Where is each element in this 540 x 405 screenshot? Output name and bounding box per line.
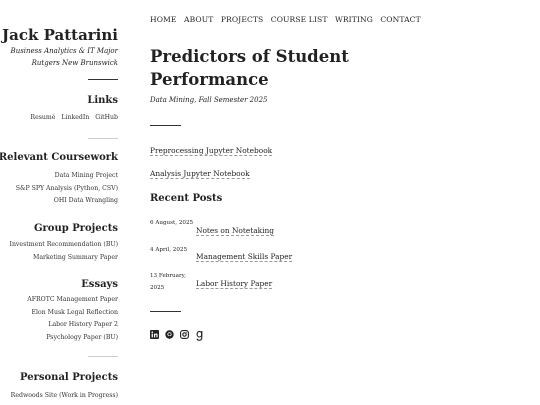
sidebar-divider bbox=[88, 138, 118, 139]
linkedin-icon[interactable] bbox=[150, 330, 159, 339]
personal-projects-heading: Personal Projects bbox=[20, 372, 118, 383]
nav-projects[interactable]: PROJECTS bbox=[221, 15, 264, 24]
analysis-notebook-link[interactable]: Analysis Jupyter Notebook bbox=[150, 169, 250, 179]
github-link[interactable]: GitHub bbox=[95, 114, 118, 121]
links-heading: Links bbox=[87, 95, 118, 106]
post-title-link[interactable]: Labor History Paper bbox=[196, 279, 273, 289]
group-projects-heading: Group Projects bbox=[34, 223, 118, 234]
main-divider bbox=[150, 311, 181, 312]
coursework-list: Data Mining Project S&P SPY Analysis (Py… bbox=[16, 170, 118, 208]
sidebar-divider bbox=[88, 356, 118, 357]
coursework-heading: Relevant Coursework bbox=[0, 152, 118, 163]
linkedin-link[interactable]: LinkedIn bbox=[61, 114, 89, 121]
site-tagline: Business Analytics & IT Major Rutgers Ne… bbox=[0, 46, 118, 69]
site-title[interactable]: Jack Pattarini bbox=[2, 26, 118, 44]
links-list: Resumé LinkedIn GitHub bbox=[26, 114, 118, 121]
post-date: 13 February, 2025 bbox=[150, 273, 186, 291]
coursework-item[interactable]: S&P SPY Analysis (Python, CSV) bbox=[16, 183, 118, 196]
post-date: 6 August, 2025 bbox=[150, 220, 194, 226]
personal-project-item[interactable]: Redwoods Site (Work in Progress) bbox=[11, 390, 118, 403]
instagram-icon[interactable] bbox=[180, 330, 189, 339]
post-date: 4 April, 2025 bbox=[150, 247, 188, 253]
nav-contact[interactable]: CONTACT bbox=[380, 15, 420, 24]
tagline-line-2: Rutgers New Brunswick bbox=[31, 58, 118, 67]
coursework-item[interactable]: Data Mining Project bbox=[16, 170, 118, 183]
essay-item[interactable]: AFROTC Management Paper bbox=[27, 294, 118, 307]
post-title-link[interactable]: Management Skills Paper bbox=[196, 252, 293, 262]
goodreads-icon[interactable] bbox=[195, 330, 204, 341]
essay-item[interactable]: Elon Musk Legal Reflection bbox=[27, 307, 118, 320]
nav-home[interactable]: HOME bbox=[150, 15, 177, 24]
essays-list: AFROTC Management Paper Elon Musk Legal … bbox=[27, 294, 118, 345]
post-title-link[interactable]: Notes on Notetaking bbox=[196, 226, 274, 236]
nav-about[interactable]: ABOUT bbox=[184, 15, 213, 24]
essay-item[interactable]: Labor History Paper 2 bbox=[27, 319, 118, 332]
group-projects-list: Investment Recommendation (BU) Marketing… bbox=[10, 239, 119, 264]
page-title-line-2: Performance bbox=[150, 70, 269, 89]
github-icon[interactable] bbox=[165, 330, 174, 339]
group-project-item[interactable]: Marketing Summary Paper bbox=[10, 252, 118, 265]
social-icons bbox=[150, 330, 210, 341]
page-title-line-1: Predictors of Student bbox=[150, 47, 349, 66]
top-nav: HOME ABOUT PROJECTS COURSE LIST WRITING … bbox=[150, 15, 426, 24]
nav-writing[interactable]: WRITING bbox=[335, 15, 373, 24]
coursework-item[interactable]: OHI Data Wrangling bbox=[16, 195, 118, 208]
essay-item[interactable]: Psychology Paper (BU) bbox=[27, 332, 118, 345]
resume-link[interactable]: Resumé bbox=[30, 114, 55, 121]
preprocessing-notebook-link[interactable]: Preprocessing Jupyter Notebook bbox=[150, 146, 273, 156]
main-divider bbox=[150, 125, 181, 126]
essays-heading: Essays bbox=[81, 279, 118, 290]
tagline-line-1: Business Analytics & IT Major bbox=[10, 47, 118, 55]
sidebar: Jack Pattarini Business Analytics & IT M… bbox=[0, 0, 118, 405]
nav-course-list[interactable]: COURSE LIST bbox=[271, 15, 328, 24]
sidebar-divider bbox=[88, 79, 118, 80]
page-title: Predictors of Student Performance bbox=[150, 45, 365, 91]
recent-posts-heading: Recent Posts bbox=[150, 193, 223, 204]
page-subtitle: Data Mining, Fall Semester 2025 bbox=[150, 96, 268, 104]
personal-projects-list: Redwoods Site (Work in Progress) bbox=[11, 390, 118, 403]
group-project-item[interactable]: Investment Recommendation (BU) bbox=[10, 239, 119, 252]
